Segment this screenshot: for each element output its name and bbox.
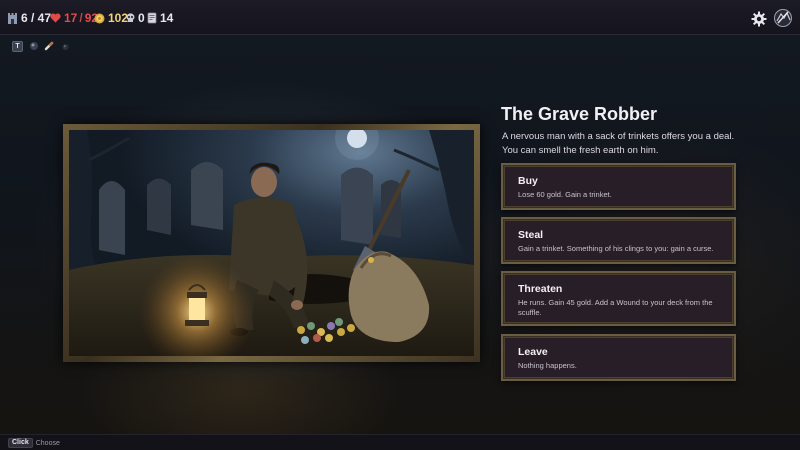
hp-separator: / bbox=[79, 11, 83, 25]
hp-counter: 17 / 92 bbox=[50, 9, 98, 27]
kill-value: 0 bbox=[138, 11, 145, 25]
hp-current: 17 bbox=[64, 11, 78, 25]
option-description: Nothing happens. bbox=[518, 361, 577, 370]
bottom-hint-bar: Click Choose bbox=[0, 434, 800, 450]
settings-button[interactable] bbox=[750, 10, 768, 28]
floor-counter: 6 / 47 bbox=[7, 9, 51, 27]
option-buy-button[interactable]: Buy Lose 60 gold. Gain a trinket. bbox=[501, 163, 736, 210]
event-description-line: You can smell the fresh earth on him. bbox=[502, 145, 659, 156]
option-title: Steal bbox=[518, 229, 544, 241]
option-description: Lose 60 gold. Gain a trinket. bbox=[518, 190, 612, 199]
deck-value: 14 bbox=[160, 11, 174, 25]
scroll-relic-icon[interactable] bbox=[44, 41, 55, 52]
deck-icon bbox=[147, 12, 157, 24]
event-title: The Grave Robber bbox=[501, 104, 658, 124]
gravestone bbox=[341, 167, 373, 245]
gear-icon bbox=[751, 11, 767, 27]
event-screen: 6 / 47 17 / 92 102 0 14 T The Grave Robb… bbox=[0, 0, 800, 450]
tower-icon bbox=[8, 13, 17, 24]
option-title: Buy bbox=[518, 175, 538, 187]
relic-bar: T bbox=[12, 40, 76, 52]
scroll-icon bbox=[44, 41, 54, 51]
option-title: Leave bbox=[518, 346, 548, 358]
option-steal-button[interactable]: Steal Gain a trinket. Something of his c… bbox=[501, 217, 736, 264]
floor-value: 6 / 47 bbox=[21, 11, 52, 25]
gold-counter: 102 bbox=[94, 9, 128, 27]
stone-relic-icon[interactable] bbox=[60, 41, 71, 52]
kill-counter: 0 bbox=[126, 9, 145, 27]
event-description: A nervous man with a sack of trinkets of… bbox=[502, 130, 762, 158]
option-title: Threaten bbox=[518, 283, 563, 295]
control-hint: Click Choose bbox=[8, 438, 60, 448]
deck-counter[interactable]: 14 bbox=[147, 9, 173, 27]
gravestone bbox=[191, 162, 223, 230]
hint-key: Click bbox=[8, 438, 33, 448]
grave-robber-illustration bbox=[69, 130, 474, 356]
heart-icon bbox=[50, 13, 61, 23]
option-leave-button[interactable]: Leave Nothing happens. bbox=[501, 334, 736, 381]
orb-relic-icon[interactable] bbox=[28, 41, 39, 52]
map-button[interactable] bbox=[773, 8, 793, 28]
gravestone bbox=[99, 181, 125, 255]
option-description: He runs. Gain 45 gold. Add a Wound to yo… bbox=[518, 298, 713, 317]
tonic-relic-icon[interactable]: T bbox=[12, 40, 23, 52]
option-threaten-button[interactable]: Threaten He runs. Gain 45 gold. Add a Wo… bbox=[501, 271, 736, 326]
top-bar: 6 / 47 17 / 92 102 0 14 bbox=[0, 0, 800, 35]
event-art-frame bbox=[63, 124, 480, 362]
stone-icon bbox=[62, 43, 69, 50]
map-icon bbox=[774, 9, 792, 27]
coin-icon bbox=[94, 13, 105, 23]
option-description: Gain a trinket. Something of his clings … bbox=[518, 244, 714, 253]
gravestone bbox=[147, 178, 171, 235]
event-description-line: A nervous man with a sack of trinkets of… bbox=[502, 131, 735, 142]
orb-icon bbox=[29, 42, 38, 50]
hint-action: Choose bbox=[35, 439, 60, 447]
skull-icon bbox=[126, 13, 135, 22]
